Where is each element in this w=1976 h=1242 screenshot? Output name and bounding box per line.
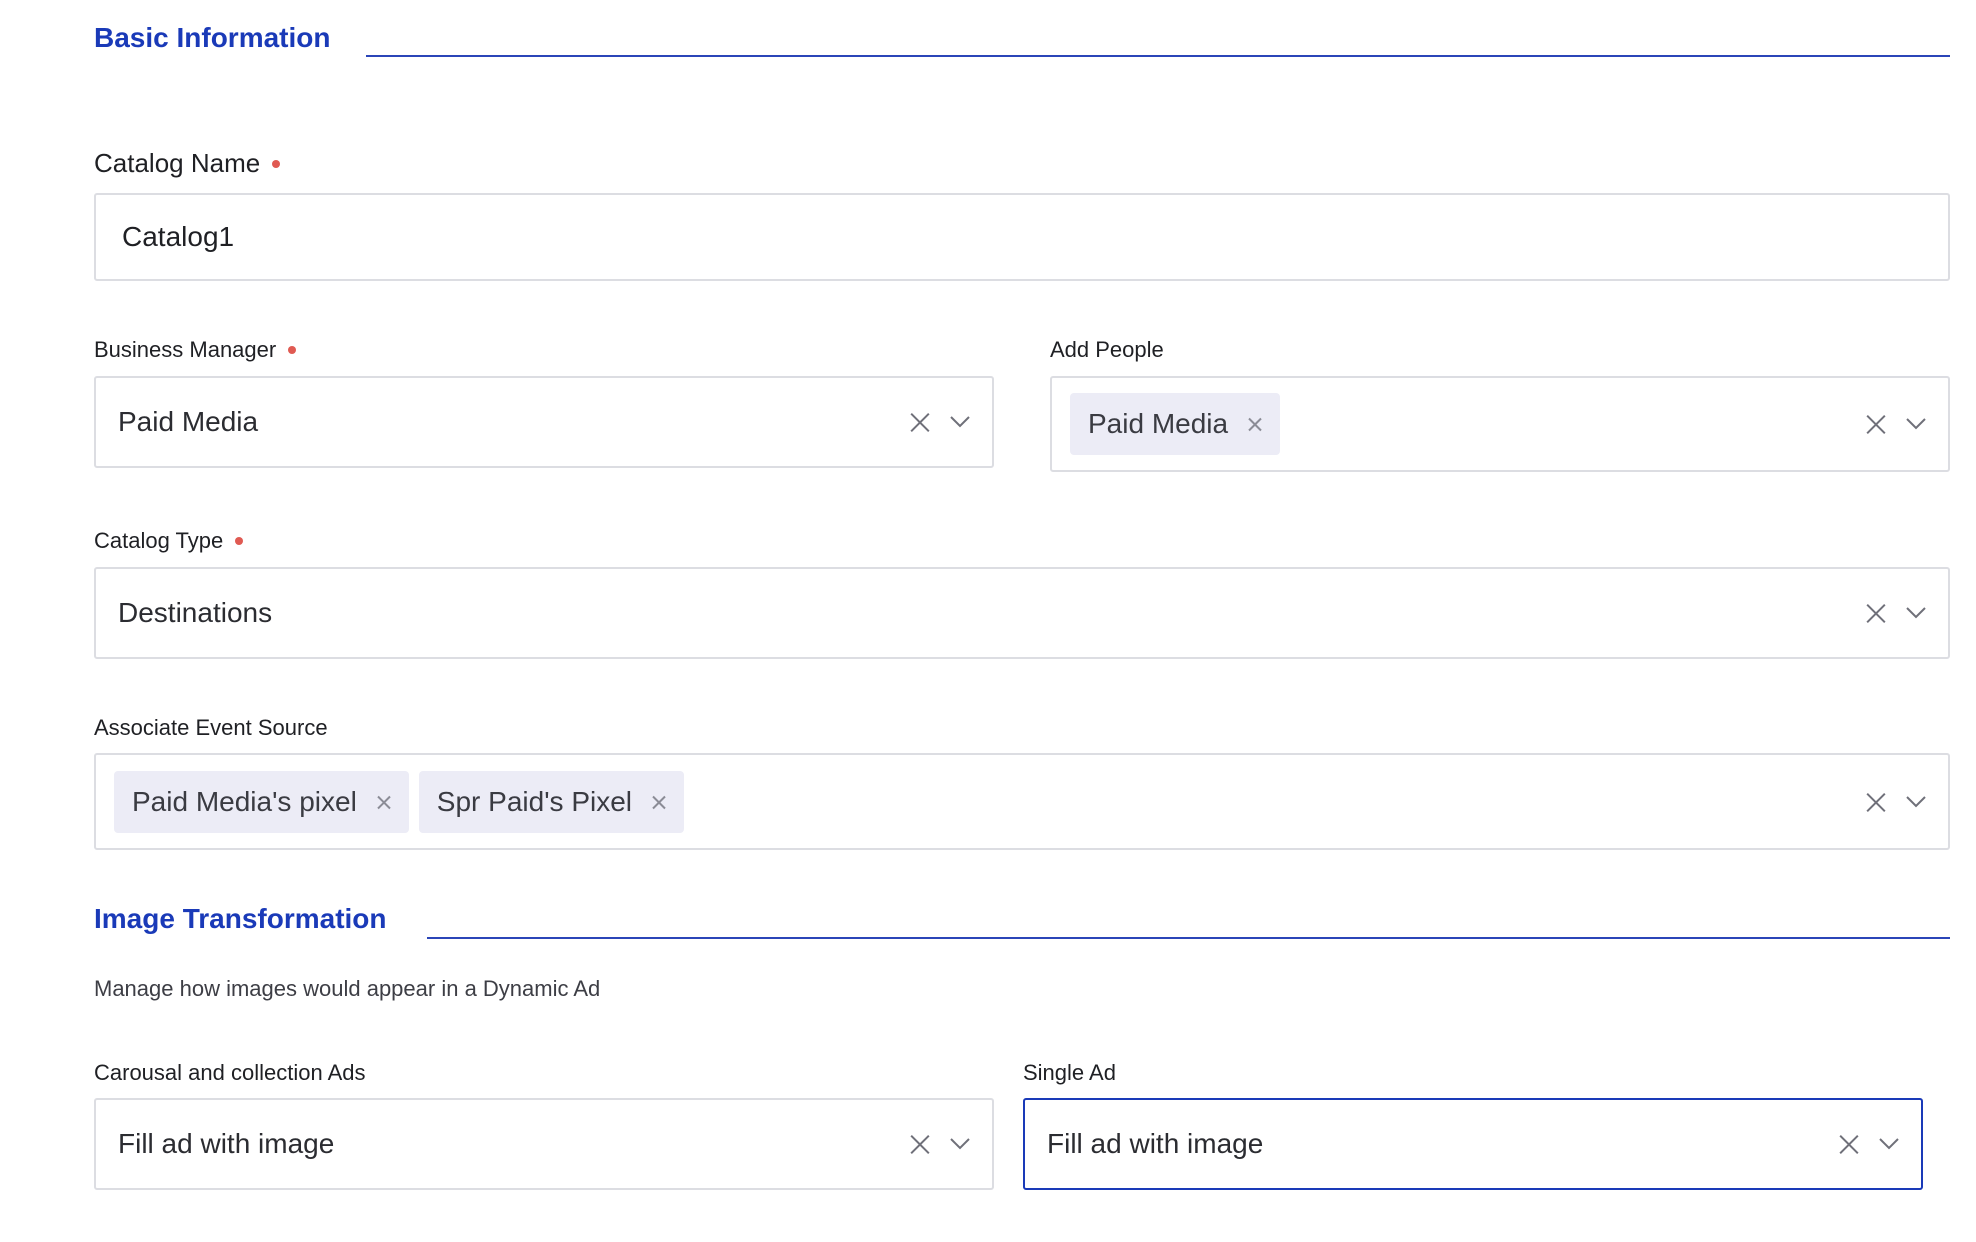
business-manager-value: Paid Media [118, 406, 259, 437]
catalog-name-input[interactable]: Catalog1 [94, 193, 1950, 281]
chip-label: Spr Paid's Pixel [436, 785, 633, 817]
chevron-down-icon[interactable] [1906, 418, 1926, 430]
required-indicator [288, 346, 297, 355]
catalog-name-label: Catalog Name [94, 148, 281, 179]
chevron-down-icon[interactable] [1879, 1138, 1899, 1150]
chip-label: Paid Media [1088, 408, 1229, 439]
catalog-type-select[interactable]: Destinations [94, 567, 1950, 659]
catalog-form: Basic Information Catalog Name Catalog1 … [0, 0, 1976, 1242]
close-icon[interactable] [377, 795, 391, 809]
select-controls [910, 412, 970, 432]
business-manager-select[interactable]: Paid Media [94, 376, 994, 468]
event-source-select[interactable]: Paid Media's pixel Spr Paid's Pixel [94, 753, 1950, 850]
required-indicator [272, 160, 281, 169]
close-icon[interactable] [910, 412, 930, 432]
select-controls [910, 1134, 970, 1154]
section-divider [427, 937, 1950, 939]
chevron-down-icon[interactable] [1906, 607, 1926, 619]
catalog-type-value: Destinations [118, 597, 273, 628]
catalog-type-label: Catalog Type [94, 528, 244, 554]
close-icon[interactable] [910, 1134, 930, 1154]
select-controls [1839, 1134, 1899, 1154]
close-icon[interactable] [1866, 603, 1886, 623]
select-controls [1866, 792, 1926, 812]
select-controls [1866, 414, 1926, 434]
close-icon[interactable] [652, 795, 666, 809]
chip-list: Paid Media's pixel Spr Paid's Pixel [96, 770, 685, 833]
carousel-ads-label: Carousal and collection Ads [94, 1060, 366, 1085]
required-indicator [235, 537, 244, 546]
single-ad-value: Fill ad with image [1047, 1128, 1264, 1159]
catalog-name-value: Catalog1 [122, 221, 235, 252]
chip: Spr Paid's Pixel [418, 770, 685, 833]
single-ad-label: Single Ad [1023, 1060, 1116, 1085]
chip: Paid Media [1070, 393, 1281, 455]
chevron-down-icon[interactable] [1906, 795, 1926, 808]
carousel-ads-select[interactable]: Fill ad with image [94, 1098, 994, 1190]
carousel-ads-value: Fill ad with image [118, 1128, 335, 1159]
chip-list: Paid Media [1052, 393, 1281, 455]
close-icon[interactable] [1866, 792, 1886, 812]
add-people-select[interactable]: Paid Media [1050, 376, 1950, 472]
business-manager-label: Business Manager [94, 337, 297, 363]
close-icon[interactable] [1866, 414, 1886, 434]
single-ad-select[interactable]: Fill ad with image [1023, 1098, 1923, 1190]
section-description: Manage how images would appear in a Dyna… [94, 976, 601, 1001]
add-people-label: Add People [1050, 337, 1164, 362]
section-divider [366, 55, 1950, 57]
event-source-label: Associate Event Source [94, 715, 328, 740]
close-icon[interactable] [1248, 417, 1262, 431]
select-controls [1866, 603, 1926, 623]
section-title-basic-information: Basic Information [94, 22, 331, 53]
section-title-image-transformation: Image Transformation [94, 903, 387, 934]
chevron-down-icon[interactable] [950, 416, 970, 428]
close-icon[interactable] [1839, 1134, 1859, 1154]
chip-label: Paid Media's pixel [132, 785, 357, 817]
chevron-down-icon[interactable] [950, 1138, 970, 1150]
chip: Paid Media's pixel [114, 770, 409, 833]
